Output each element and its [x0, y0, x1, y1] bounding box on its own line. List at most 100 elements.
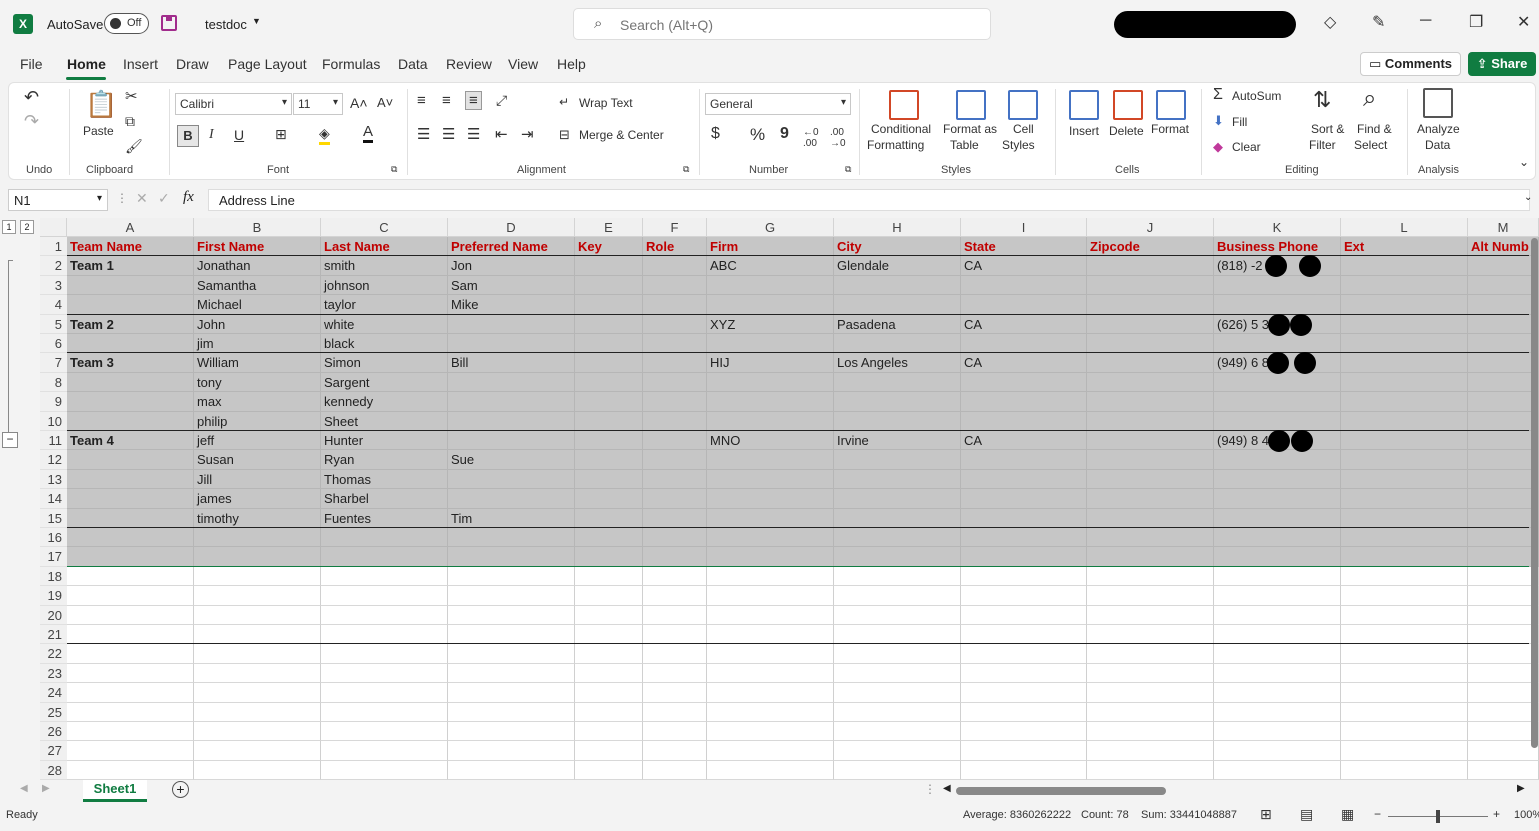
cell[interactable]	[643, 722, 707, 742]
cell[interactable]	[961, 392, 1087, 412]
pen-icon[interactable]: ✎	[1372, 12, 1385, 32]
cell[interactable]: timothy	[194, 508, 321, 528]
number-format-select[interactable]: General ▾	[705, 93, 851, 115]
header-cell[interactable]: Last Name	[321, 237, 448, 257]
column-header-c[interactable]: C	[321, 218, 448, 237]
menu-view[interactable]: View	[508, 56, 538, 72]
orientation-icon[interactable]: ⤢	[496, 92, 507, 109]
cell[interactable]	[1087, 489, 1214, 509]
cell[interactable]: Bill	[448, 353, 575, 373]
zoom-in-icon[interactable]: +	[1493, 807, 1500, 821]
decrease-decimal-icon[interactable]: .00 →0	[830, 127, 846, 149]
format-painter-icon[interactable]: 🖌	[125, 138, 143, 155]
cell[interactable]	[1214, 295, 1341, 315]
increase-decimal-icon[interactable]: ←0.00	[803, 127, 819, 149]
cell[interactable]	[643, 547, 707, 567]
cell[interactable]	[1087, 644, 1214, 664]
cell[interactable]	[194, 566, 321, 587]
cell[interactable]	[575, 450, 643, 470]
find-label-2[interactable]: Select	[1354, 138, 1387, 152]
cell[interactable]	[961, 334, 1087, 354]
cell[interactable]	[67, 644, 194, 664]
cell[interactable]	[834, 334, 961, 354]
cell[interactable]	[1087, 431, 1214, 451]
cell[interactable]	[707, 372, 834, 393]
analyze-label-1[interactable]: Analyze	[1417, 122, 1460, 136]
cell[interactable]	[1468, 353, 1539, 373]
column-header-a[interactable]: A	[67, 218, 194, 237]
decrease-font-icon[interactable]: A˅	[377, 95, 393, 110]
cell[interactable]	[643, 353, 707, 373]
cell[interactable]	[321, 702, 448, 722]
cell[interactable]	[448, 392, 575, 412]
column-header-i[interactable]: I	[961, 218, 1087, 237]
underline-button[interactable]: U	[234, 127, 244, 143]
zoom-slider-thumb[interactable]	[1436, 810, 1440, 823]
cell[interactable]	[1468, 547, 1539, 567]
row-header[interactable]: 7	[40, 353, 67, 373]
cell[interactable]	[1341, 411, 1468, 431]
cell[interactable]	[1341, 741, 1468, 761]
row-header[interactable]: 2	[40, 256, 67, 276]
cell[interactable]	[575, 489, 643, 509]
conditional-label-2[interactable]: Formatting	[867, 138, 924, 152]
dialog-launcher-icon[interactable]: ⧉	[845, 164, 851, 175]
column-header-l[interactable]: L	[1341, 218, 1468, 237]
cell[interactable]	[643, 586, 707, 606]
header-cell[interactable]: Preferred Name	[448, 237, 575, 257]
cell[interactable]	[194, 760, 321, 780]
close-icon[interactable]: ✕	[1517, 12, 1530, 32]
cell[interactable]	[1468, 663, 1539, 684]
prev-sheet-icon[interactable]: ◀	[20, 783, 28, 794]
cell[interactable]	[575, 566, 643, 587]
cell[interactable]: XYZ	[707, 314, 834, 334]
cell[interactable]	[1214, 760, 1341, 780]
cell[interactable]	[1087, 314, 1214, 334]
cell[interactable]	[575, 547, 643, 567]
cell[interactable]	[961, 275, 1087, 296]
cell[interactable]	[961, 566, 1087, 587]
cell[interactable]	[961, 605, 1087, 625]
font-name-select[interactable]: Calibri ▾	[175, 93, 292, 115]
cell[interactable]	[643, 605, 707, 625]
cell[interactable]	[834, 586, 961, 606]
row-header[interactable]: 3	[40, 275, 67, 296]
cell[interactable]	[643, 431, 707, 451]
cell[interactable]: Hunter	[321, 431, 448, 451]
restore-icon[interactable]: ❐	[1469, 12, 1483, 32]
cell[interactable]	[194, 702, 321, 722]
row-header[interactable]: 12	[40, 450, 67, 470]
zoom-out-icon[interactable]: −	[1374, 807, 1381, 821]
paste-label[interactable]: Paste	[83, 124, 114, 138]
cell[interactable]	[961, 722, 1087, 742]
cell[interactable]	[961, 469, 1087, 490]
bold-button[interactable]: B	[177, 125, 199, 147]
cell[interactable]	[1214, 566, 1341, 587]
increase-indent-icon[interactable]: ⇥	[521, 125, 534, 143]
row-header[interactable]: 26	[40, 722, 67, 742]
cell[interactable]	[1087, 605, 1214, 625]
page-break-view-icon[interactable]: ▦	[1341, 806, 1354, 823]
cell[interactable]: HIJ	[707, 353, 834, 373]
cell[interactable]	[1087, 625, 1214, 645]
cell[interactable]	[961, 644, 1087, 664]
cell[interactable]	[707, 275, 834, 296]
cell[interactable]	[834, 508, 961, 528]
row-header[interactable]: 8	[40, 372, 67, 393]
cell[interactable]	[1468, 411, 1539, 431]
cell[interactable]	[707, 411, 834, 431]
menu-formulas[interactable]: Formulas	[322, 56, 380, 72]
cell[interactable]	[707, 295, 834, 315]
normal-view-icon[interactable]: ⊞	[1260, 806, 1272, 823]
fill-color-icon[interactable]: ◈	[319, 125, 330, 145]
cell[interactable]	[834, 683, 961, 703]
cell[interactable]	[834, 469, 961, 490]
cell[interactable]	[1341, 605, 1468, 625]
cell[interactable]	[1468, 683, 1539, 703]
cell[interactable]	[834, 741, 961, 761]
row-header[interactable]: 23	[40, 663, 67, 684]
cell-styles-label-1[interactable]: Cell	[1013, 122, 1034, 136]
cell[interactable]	[1341, 586, 1468, 606]
cell[interactable]	[961, 586, 1087, 606]
font-color-icon[interactable]: A	[363, 123, 374, 143]
